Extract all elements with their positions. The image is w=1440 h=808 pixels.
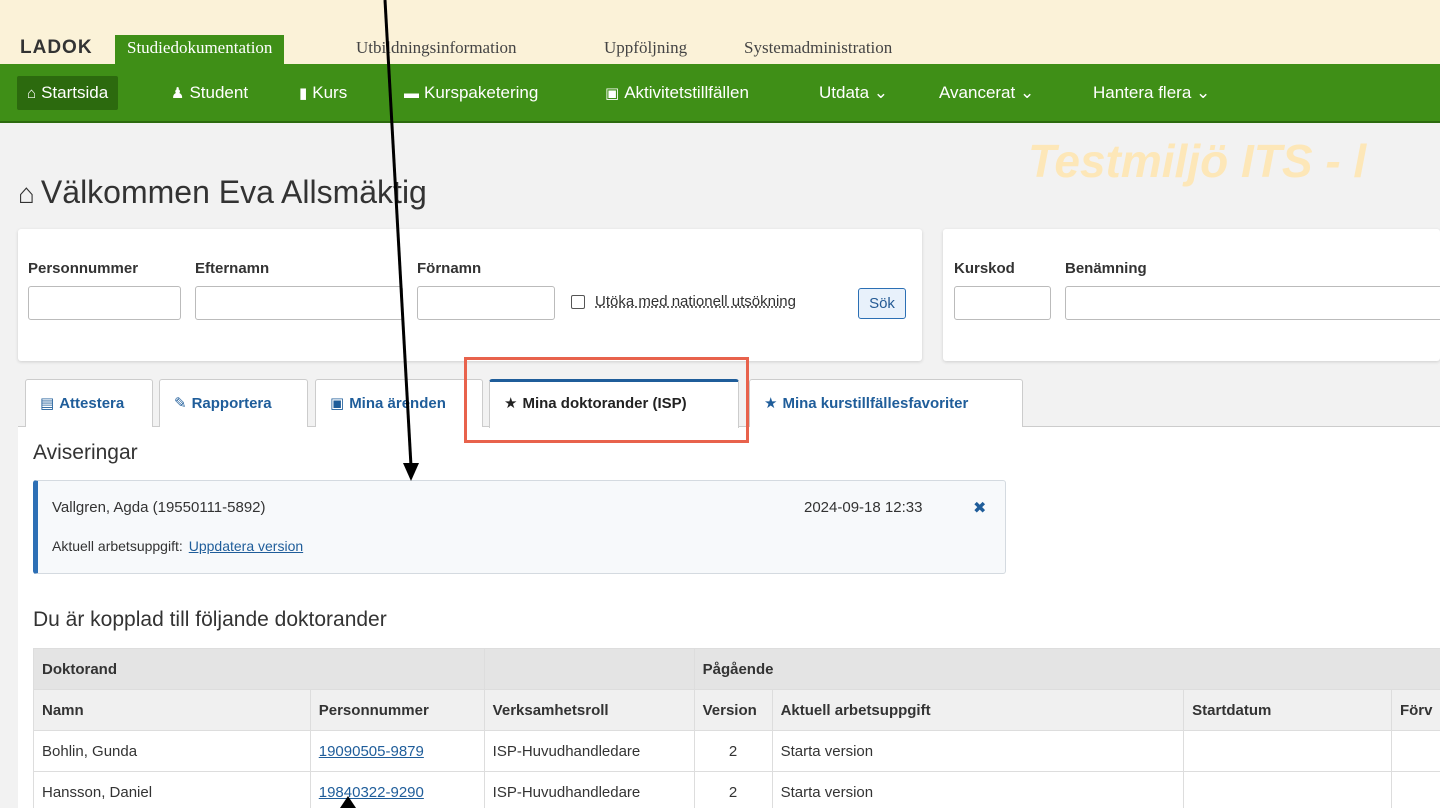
module-tab-systemadministration[interactable]: Systemadministration bbox=[744, 35, 892, 64]
group-header-empty bbox=[483, 648, 695, 690]
page-title: ⌂ Välkommen Eva Allsmäktig bbox=[18, 174, 427, 210]
personnummer-label: Personnummer bbox=[28, 260, 139, 277]
kurskod-label: Kurskod bbox=[954, 260, 1015, 277]
cell-roll: ISP-Huvudhandledare bbox=[483, 771, 695, 808]
close-icon[interactable]: ✖ bbox=[973, 498, 986, 518]
personnummer-input[interactable] bbox=[28, 286, 181, 320]
module-tab-studiedokumentation[interactable]: Studiedokumentation bbox=[115, 35, 285, 64]
fornamn-input[interactable] bbox=[417, 286, 555, 320]
tab-kurstillfallesfavoriter[interactable]: ★ Mina kurstillfällesfavoriter bbox=[749, 379, 1023, 427]
folder-icon: ▬ bbox=[404, 85, 419, 102]
cell-uppgift: Starta version bbox=[771, 730, 1185, 772]
nav-utdata[interactable]: Utdata ⌄ bbox=[819, 76, 888, 110]
group-header-doktorand: Doktorand bbox=[33, 648, 485, 690]
home-icon: ⌂ bbox=[18, 178, 35, 209]
efternamn-input[interactable] bbox=[195, 286, 403, 320]
cell-uppgift: Starta version bbox=[771, 771, 1185, 808]
cell-namn: Bohlin, Gunda bbox=[33, 730, 311, 772]
module-tab-uppfoljning[interactable]: Uppföljning bbox=[604, 35, 687, 64]
notice-item: Vallgren, Agda (19550111-5892) 2024-09-1… bbox=[33, 480, 1006, 574]
nav-kurspaketering[interactable]: ▬ Kurspaketering bbox=[404, 76, 538, 110]
col-personnummer[interactable]: Personnummer bbox=[309, 689, 485, 731]
nav-aktivitetstillfallen[interactable]: ▣ Aktivitetstillfällen bbox=[605, 76, 749, 110]
doktorander-table: Doktorand Pågående Namn Personnummer Ver… bbox=[33, 648, 1440, 808]
cell-namn: Hansson, Daniel bbox=[33, 771, 311, 808]
cell-forv bbox=[1390, 771, 1440, 808]
environment-watermark: Testmiljö ITS - l bbox=[1028, 135, 1367, 187]
doktorander-heading: Du är kopplad till följande doktorander bbox=[33, 608, 387, 631]
col-aktuell-arbetsuppgift[interactable]: Aktuell arbetsuppgift bbox=[771, 689, 1185, 731]
tab-attestera[interactable]: ▤ Attestera bbox=[25, 379, 153, 427]
notice-timestamp: 2024-09-18 12:33 bbox=[804, 499, 923, 516]
nav-student[interactable]: ♟ Student bbox=[171, 76, 248, 110]
nav-startsida[interactable]: ⌂ Startsida bbox=[17, 76, 119, 110]
nav-kurs[interactable]: ▮ Kurs bbox=[299, 76, 347, 110]
col-forv[interactable]: Förv bbox=[1390, 689, 1440, 731]
book-icon: ▮ bbox=[299, 85, 308, 102]
kurskod-input[interactable] bbox=[954, 286, 1051, 320]
inbox-icon: ▣ bbox=[330, 395, 345, 412]
cell-roll: ISP-Huvudhandledare bbox=[483, 730, 695, 772]
cell-personnummer: 19840322-9290 bbox=[309, 771, 485, 808]
calendar-icon: ▣ bbox=[605, 85, 620, 102]
national-search-checkbox[interactable] bbox=[571, 295, 585, 309]
efternamn-label: Efternamn bbox=[195, 260, 270, 277]
cell-version: 2 bbox=[693, 771, 773, 808]
benamning-label: Benämning bbox=[1065, 260, 1147, 277]
col-namn[interactable]: Namn bbox=[33, 689, 311, 731]
home-icon: ⌂ bbox=[27, 85, 37, 102]
table-row: Bohlin, Gunda 19090505-9879 ISP-Huvudhan… bbox=[33, 730, 1440, 772]
national-search-label[interactable]: Utöka med nationell utsökning bbox=[595, 293, 796, 310]
col-version[interactable]: Version bbox=[693, 689, 773, 731]
star-icon: ★ bbox=[764, 395, 778, 412]
group-header-pagaende: Pågående bbox=[693, 648, 1440, 690]
notice-task: Aktuell arbetsuppgift: Uppdatera version bbox=[52, 538, 304, 554]
main-nav: ⌂ Startsida ♟ Student ▮ Kurs ▬ Kurspaketerin… bbox=[0, 64, 1440, 123]
cell-version: 2 bbox=[693, 730, 773, 772]
ladok-logo[interactable]: LADOK bbox=[20, 37, 93, 59]
student-search-panel: Personnummer Efternamn Förnamn Utöka med… bbox=[18, 229, 922, 361]
module-tab-utbildningsinformation[interactable]: Utbildningsinformation bbox=[356, 35, 517, 64]
module-bar: LADOK Studiedokumentation Utbildningsinf… bbox=[0, 0, 1440, 64]
nav-hantera-flera[interactable]: Hantera flera ⌄ bbox=[1093, 76, 1210, 110]
fornamn-label: Förnamn bbox=[417, 260, 482, 277]
cell-personnummer: 19090505-9879 bbox=[309, 730, 485, 772]
archive-icon: ▤ bbox=[40, 395, 55, 412]
search-button[interactable]: Sök bbox=[858, 288, 906, 319]
col-startdatum[interactable]: Startdatum bbox=[1183, 689, 1392, 731]
user-icon: ♟ bbox=[171, 85, 185, 102]
benamning-input[interactable] bbox=[1065, 286, 1440, 320]
tab-mina-arenden[interactable]: ▣ Mina ärenden bbox=[315, 379, 483, 427]
cell-startdatum bbox=[1183, 771, 1392, 808]
annotation-highlight-box bbox=[464, 357, 749, 443]
nav-avancerat[interactable]: Avancerat ⌄ bbox=[939, 76, 1034, 110]
cell-forv bbox=[1390, 730, 1440, 772]
col-verksamhetsroll[interactable]: Verksamhetsroll bbox=[483, 689, 695, 731]
tab-rapportera[interactable]: ✎ Rapportera bbox=[159, 379, 308, 427]
notices-heading: Aviseringar bbox=[33, 441, 138, 464]
pencil-icon: ✎ bbox=[174, 395, 187, 412]
course-search-panel: Kurskod Benämning bbox=[943, 229, 1440, 361]
personnummer-link[interactable]: 19090505-9879 bbox=[319, 743, 424, 760]
table-row: Hansson, Daniel 19840322-9290 ISP-Huvudh… bbox=[33, 771, 1440, 808]
notice-student: Vallgren, Agda (19550111-5892) bbox=[52, 499, 266, 516]
personnummer-link[interactable]: 19840322-9290 bbox=[319, 784, 424, 801]
notice-task-link[interactable]: Uppdatera version bbox=[189, 538, 303, 554]
cell-startdatum bbox=[1183, 730, 1392, 772]
